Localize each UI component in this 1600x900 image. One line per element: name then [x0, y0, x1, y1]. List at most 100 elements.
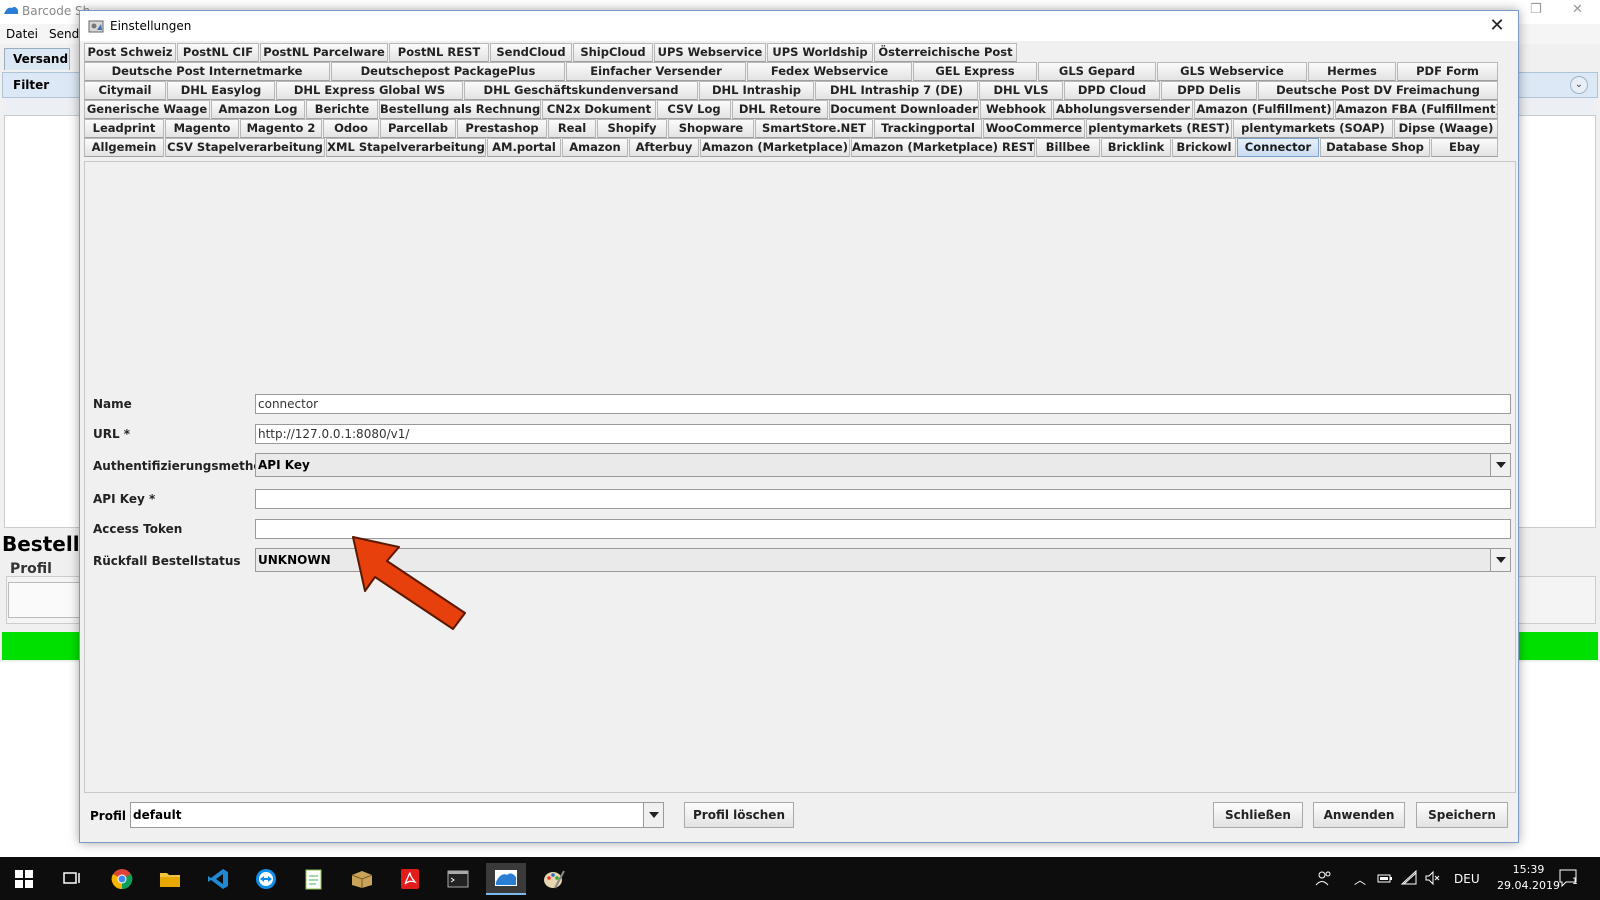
clock[interactable]: 15:39 29.04.2019 — [1497, 862, 1560, 894]
name-field[interactable]: connector — [255, 394, 1511, 414]
teamviewer-icon[interactable] — [246, 863, 286, 895]
tab-ups-webservice[interactable]: UPS Webservice — [654, 43, 766, 62]
tab-versand[interactable]: Versand — [4, 48, 70, 70]
tab-bestellung-als-rechnung[interactable]: Bestellung als Rechnung — [379, 100, 541, 119]
tab-amazon[interactable]: Amazon — [562, 138, 628, 157]
tab-generische-waage[interactable]: Generische Waage — [84, 100, 210, 119]
tab-leadprint[interactable]: Leadprint — [84, 119, 164, 138]
vscode-icon[interactable] — [198, 863, 238, 895]
notepad-plus-icon[interactable] — [294, 863, 334, 895]
tab-citymail[interactable]: Citymail — [84, 81, 166, 100]
tab-dpd-cloud[interactable]: DPD Cloud — [1064, 81, 1160, 100]
tab-ebay[interactable]: Ebay — [1431, 138, 1498, 157]
tab-document-downloader[interactable]: Document Downloader — [829, 100, 979, 119]
tab-dhl-intraship[interactable]: DHL Intraship — [699, 81, 814, 100]
tab-dhl-geschaeftskundenversand[interactable]: DHL Geschäftskundenversand — [464, 81, 698, 100]
tab-dpd-delis[interactable]: DPD Delis — [1161, 81, 1257, 100]
tab-afterbuy[interactable]: Afterbuy — [629, 138, 699, 157]
dialog-close-icon[interactable]: ✕ — [1486, 15, 1508, 37]
paint-icon[interactable] — [534, 863, 574, 895]
tab-database-shop[interactable]: Database Shop — [1320, 138, 1430, 157]
tab-cn2x-dokument[interactable]: CN2x Dokument — [542, 100, 656, 119]
auth-method-select[interactable]: API Key — [255, 453, 1511, 477]
collapse-filter-icon[interactable]: ⌄ — [1570, 76, 1588, 94]
tab-postnl-rest[interactable]: PostNL REST — [389, 43, 489, 62]
tab-odoo[interactable]: Odoo — [323, 119, 379, 138]
tab-am-portal[interactable]: AM.portal — [487, 138, 561, 157]
tab-gel-express[interactable]: GEL Express — [913, 62, 1037, 81]
tab-dhl-easylog[interactable]: DHL Easylog — [167, 81, 275, 100]
close-button[interactable]: Schließen — [1213, 802, 1303, 828]
wifi-icon[interactable] — [1400, 857, 1418, 900]
tab-xml-stapelverarbeitung[interactable]: XML Stapelverarbeitung — [326, 138, 486, 157]
tab-oesterreichische-post[interactable]: Österreichische Post — [874, 43, 1017, 62]
barcode-shipping-app-icon[interactable] — [486, 863, 526, 895]
tab-amazon-fba-fulfillment[interactable]: Amazon FBA (Fulfillment) — [1335, 100, 1498, 119]
tab-amazon-log[interactable]: Amazon Log — [211, 100, 305, 119]
speaker-muted-icon[interactable] — [1424, 857, 1442, 900]
tab-dipse-waage[interactable]: Dipse (Waage) — [1394, 119, 1498, 138]
menu-datei[interactable]: Datei — [6, 27, 38, 41]
tab-prestashop[interactable]: Prestashop — [457, 119, 547, 138]
tab-fedex-webservice[interactable]: Fedex Webservice — [747, 62, 912, 81]
tab-shipcloud[interactable]: ShipCloud — [573, 43, 653, 62]
tab-real[interactable]: Real — [548, 119, 596, 138]
tab-shopware[interactable]: Shopware — [668, 119, 754, 138]
save-button[interactable]: Speichern — [1416, 802, 1508, 828]
tab-plentymarkets-rest[interactable]: plentymarkets (REST) — [1086, 119, 1232, 138]
tab-dhl-intraship-7[interactable]: DHL Intraship 7 (DE) — [815, 81, 978, 100]
delete-profile-button[interactable]: Profil löschen — [684, 802, 794, 828]
tab-amazon-marketplace[interactable]: Amazon (Marketplace) — [700, 138, 850, 157]
tab-gls-webservice[interactable]: GLS Webservice — [1157, 62, 1307, 81]
tab-csv-log[interactable]: CSV Log — [657, 100, 731, 119]
tab-sendcloud[interactable]: SendCloud — [490, 43, 572, 62]
tab-parcellab[interactable]: Parcellab — [380, 119, 456, 138]
url-field[interactable]: http://127.0.0.1:8080/v1/ — [255, 424, 1511, 444]
tab-amazon-marketplace-rest[interactable]: Amazon (Marketplace) REST — [851, 138, 1035, 157]
tab-dhl-retoure[interactable]: DHL Retoure — [732, 100, 828, 119]
tab-magento-2[interactable]: Magento 2 — [240, 119, 322, 138]
tab-billbee[interactable]: Billbee — [1036, 138, 1100, 157]
chrome-icon[interactable] — [102, 863, 142, 895]
api-key-field[interactable] — [255, 489, 1511, 509]
windows-start-icon[interactable] — [4, 863, 44, 895]
task-view-icon[interactable] — [52, 863, 92, 895]
chevron-down-icon[interactable] — [1490, 549, 1510, 571]
acrobat-icon[interactable] — [390, 863, 430, 895]
tab-einfacher-versender[interactable]: Einfacher Versender — [566, 62, 746, 81]
tab-dhl-vls[interactable]: DHL VLS — [979, 81, 1063, 100]
tab-dhl-express-global-ws[interactable]: DHL Express Global WS — [276, 81, 463, 100]
profil-field[interactable] — [8, 582, 88, 618]
tab-amazon-fulfillment[interactable]: Amazon (Fulfillment) — [1194, 100, 1334, 119]
bg-close-icon[interactable]: ✕ — [1572, 2, 1583, 17]
chevron-down-icon[interactable] — [643, 803, 663, 827]
tab-abholungsversender[interactable]: Abholungsversender — [1053, 100, 1193, 119]
tab-post-schweiz[interactable]: Post Schweiz — [84, 43, 176, 62]
package-icon[interactable] — [342, 863, 382, 895]
tab-deutschepost-packageplus[interactable]: Deutschepost PackagePlus — [331, 62, 565, 81]
battery-icon[interactable] — [1376, 857, 1394, 900]
tab-deutsche-post-dv-freimachung[interactable]: Deutsche Post DV Freimachung — [1258, 81, 1498, 100]
tab-berichte[interactable]: Berichte — [306, 100, 378, 119]
tab-smartstore-net[interactable]: SmartStore.NET — [755, 119, 873, 138]
tab-woocommerce[interactable]: WooCommerce — [983, 119, 1085, 138]
apply-button[interactable]: Anwenden — [1313, 802, 1405, 828]
menu-send[interactable]: Send — [49, 27, 79, 41]
tab-brickowl[interactable]: Brickowl — [1172, 138, 1236, 157]
tab-gls-gepard[interactable]: GLS Gepard — [1038, 62, 1156, 81]
people-icon[interactable] — [1315, 857, 1333, 900]
tab-magento[interactable]: Magento — [165, 119, 239, 138]
tab-plentymarkets-soap[interactable]: plentymarkets (SOAP) — [1233, 119, 1393, 138]
tab-webhook[interactable]: Webhook — [980, 100, 1052, 119]
tab-postnl-cif[interactable]: PostNL CIF — [177, 43, 259, 62]
tab-trackingportal[interactable]: Trackingportal — [874, 119, 982, 138]
tab-postnl-parcelware[interactable]: PostNL Parcelware — [260, 43, 388, 62]
tab-ups-worldship[interactable]: UPS Worldship — [767, 43, 873, 62]
tab-deutsche-post-internetmarke[interactable]: Deutsche Post Internetmarke — [84, 62, 330, 81]
tab-connector[interactable]: Connector — [1237, 138, 1319, 157]
tab-bricklink[interactable]: Bricklink — [1101, 138, 1171, 157]
tab-csv-stapelverarbeitung[interactable]: CSV Stapelverarbeitung — [165, 138, 325, 157]
file-explorer-icon[interactable] — [150, 863, 190, 895]
tab-pdf-form[interactable]: PDF Form — [1397, 62, 1498, 81]
profile-select[interactable]: default — [130, 802, 664, 828]
